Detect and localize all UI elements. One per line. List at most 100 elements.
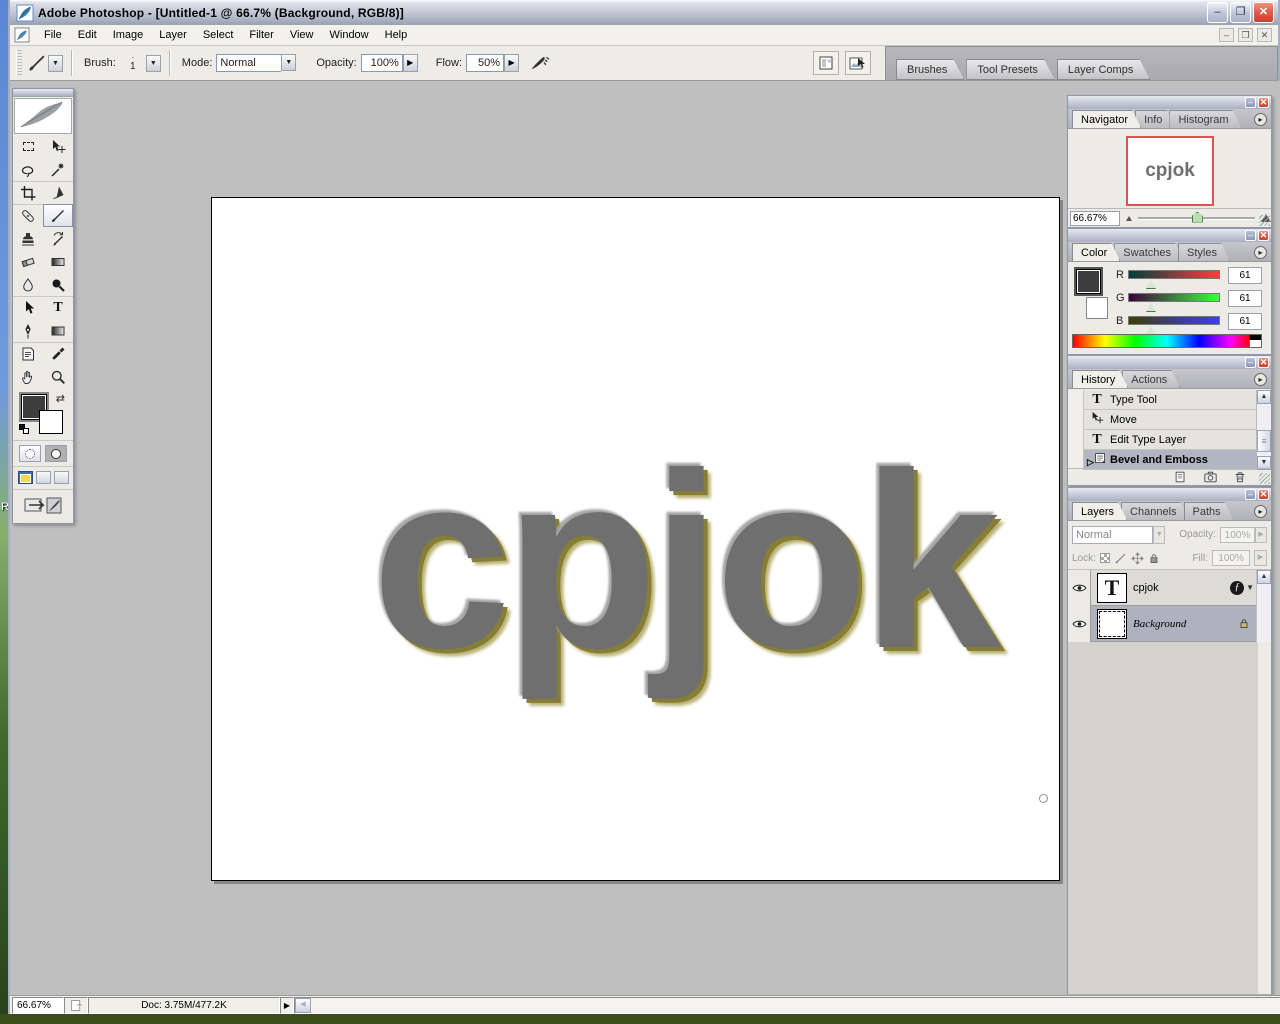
resize-grip[interactable] — [1259, 473, 1270, 484]
tab-info[interactable]: Info — [1135, 110, 1175, 128]
blue-slider[interactable] — [1128, 316, 1220, 325]
well-tab-layer-comps[interactable]: Layer Comps — [1057, 59, 1150, 80]
green-slider[interactable] — [1128, 293, 1220, 302]
maximize-button[interactable]: ❐ — [1230, 2, 1251, 23]
doc-restore-button[interactable]: ❐ — [1238, 28, 1253, 42]
eyedropper-tool[interactable] — [43, 342, 73, 365]
opacity-spinner[interactable]: ▶ — [403, 54, 418, 72]
layer-style-fx-icon[interactable]: ƒ — [1230, 581, 1244, 595]
palette-menu-button[interactable]: ▸ — [1254, 246, 1267, 259]
shape-tool[interactable] — [43, 319, 73, 342]
layer-opacity-field[interactable]: 100% — [1220, 527, 1255, 543]
blend-dropdown-arrow[interactable]: ▼ — [1153, 526, 1165, 544]
tab-actions[interactable]: Actions — [1122, 370, 1180, 388]
crop-tool[interactable] — [13, 181, 43, 204]
layers-title-bar[interactable]: – ✕ — [1068, 488, 1271, 501]
blue-slider-thumb[interactable] — [1146, 326, 1156, 334]
layer-row-background[interactable]: Background — [1068, 606, 1258, 642]
zoom-out-icon[interactable] — [1126, 216, 1132, 221]
layer-visibility-toggle[interactable] — [1068, 570, 1091, 606]
zoom-tool[interactable] — [43, 365, 73, 388]
file-browser-toggle-button[interactable] — [813, 51, 839, 75]
history-item-type-tool[interactable]: T Type Tool — [1068, 390, 1258, 410]
layer-thumbnail[interactable]: T — [1097, 573, 1127, 603]
lock-paint-icon[interactable] — [1114, 552, 1127, 565]
menu-select[interactable]: Select — [195, 26, 242, 44]
tab-histogram[interactable]: Histogram — [1169, 110, 1241, 128]
menu-image[interactable]: Image — [105, 26, 152, 44]
palette-close-button[interactable]: ✕ — [1258, 97, 1269, 108]
flow-spinner[interactable]: ▶ — [504, 54, 519, 72]
menu-filter[interactable]: Filter — [241, 26, 281, 44]
resize-grip[interactable] — [1259, 215, 1270, 226]
color-background-swatch[interactable] — [1086, 297, 1108, 319]
mode-select[interactable]: Normal ▼ — [216, 54, 296, 72]
lock-transparency-icon[interactable] — [1100, 553, 1110, 563]
default-colors-icon[interactable] — [19, 424, 30, 434]
doc-close-button[interactable]: ✕ — [1257, 28, 1272, 42]
canvas-text-layer[interactable]: cpjok — [372, 436, 995, 686]
palette-menu-button[interactable]: ▸ — [1254, 373, 1267, 386]
rectangular-marquee-tool[interactable] — [13, 135, 43, 158]
palette-minimize-button[interactable]: – — [1245, 357, 1256, 368]
background-color-swatch[interactable] — [39, 410, 63, 434]
status-zoom-field[interactable]: 66.67% — [12, 997, 64, 1014]
history-source-checkbox[interactable] — [1068, 430, 1084, 450]
horizontal-scrollbar[interactable]: ◀ — [294, 997, 1280, 1014]
history-item-edit-type-layer[interactable]: T Edit Type Layer — [1068, 430, 1258, 450]
menu-layer[interactable]: Layer — [151, 26, 195, 44]
layer-row-cpjok[interactable]: T cpjok ƒ ▼ — [1068, 570, 1258, 606]
history-source-checkbox[interactable] — [1068, 450, 1084, 470]
navigator-zoom-slider[interactable] — [1138, 217, 1255, 220]
gradient-tool[interactable] — [43, 250, 73, 273]
menu-help[interactable]: Help — [377, 26, 416, 44]
layer-fill-field[interactable]: 100% — [1212, 550, 1250, 566]
new-document-from-state-icon[interactable] — [1173, 470, 1188, 484]
brush-tool[interactable] — [43, 204, 73, 227]
status-page-icon[interactable] — [64, 997, 88, 1014]
brush-picker-dropdown[interactable]: ▼ — [146, 55, 161, 72]
history-source-checkbox[interactable] — [1068, 390, 1084, 410]
brush-tool-icon[interactable] — [26, 53, 48, 73]
history-brush-tool[interactable] — [43, 227, 73, 250]
layers-scrollbar[interactable]: ▲ — [1256, 570, 1271, 642]
layer-name[interactable]: cpjok — [1133, 582, 1230, 594]
full-screen-mode-button[interactable] — [54, 471, 69, 484]
palette-minimize-button[interactable]: – — [1245, 97, 1256, 108]
scroll-up-button[interactable]: ▲ — [1257, 570, 1271, 584]
red-slider-thumb[interactable] — [1146, 280, 1156, 288]
tab-channels[interactable]: Channels — [1121, 502, 1189, 520]
scroll-thumb[interactable] — [1257, 430, 1271, 452]
tab-history[interactable]: History — [1072, 370, 1128, 388]
palette-close-button[interactable]: ✕ — [1258, 230, 1269, 241]
fill-spinner[interactable]: ▶ — [1254, 550, 1267, 566]
green-slider-thumb[interactable] — [1146, 303, 1156, 311]
red-value-field[interactable]: 61 — [1228, 267, 1262, 284]
blur-tool[interactable] — [13, 273, 43, 296]
menu-window[interactable]: Window — [322, 26, 377, 44]
color-foreground-swatch[interactable] — [1076, 269, 1101, 294]
options-grip[interactable] — [16, 50, 22, 76]
red-slider[interactable] — [1128, 270, 1220, 279]
airbrush-toggle-icon[interactable] — [527, 53, 551, 73]
pen-tool[interactable] — [13, 319, 43, 342]
flow-field[interactable]: 50% — [466, 54, 504, 72]
history-source-checkbox[interactable] — [1068, 410, 1084, 430]
full-screen-menubar-mode-button[interactable] — [36, 471, 51, 484]
quick-mask-mode-button[interactable] — [45, 445, 67, 462]
scroll-left-button[interactable]: ◀ — [295, 998, 311, 1013]
tab-navigator[interactable]: Navigator — [1072, 110, 1141, 128]
blue-value-field[interactable]: 61 — [1228, 313, 1262, 330]
color-spectrum-ramp[interactable] — [1072, 334, 1262, 348]
lock-all-icon[interactable] — [1148, 552, 1160, 565]
history-item-move[interactable]: Move — [1068, 410, 1258, 430]
navigator-proxy-view[interactable]: cpjok — [1126, 136, 1214, 206]
palette-close-button[interactable]: ✕ — [1258, 489, 1269, 500]
jump-to-imageready-button[interactable] — [13, 489, 73, 523]
layer-visibility-toggle[interactable] — [1068, 606, 1091, 642]
tab-swatches[interactable]: Swatches — [1114, 243, 1184, 261]
slice-tool[interactable] — [43, 181, 73, 204]
tab-layers[interactable]: Layers — [1072, 502, 1127, 520]
tab-color[interactable]: Color — [1072, 243, 1120, 261]
delete-state-icon[interactable] — [1233, 470, 1247, 484]
